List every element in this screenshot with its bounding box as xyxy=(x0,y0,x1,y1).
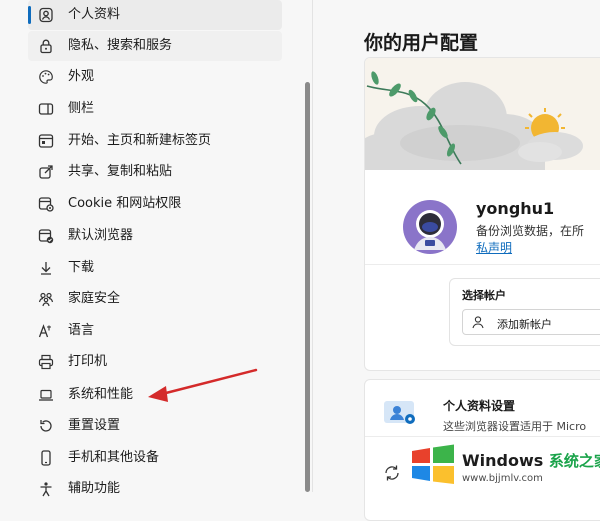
sync-icon xyxy=(385,465,399,481)
accessibility-icon xyxy=(40,482,52,497)
sidebar-item-profiles[interactable]: 个人资料 xyxy=(28,0,282,30)
site-permissions-icon xyxy=(38,197,54,212)
sidebar-item-label: 默认浏览器 xyxy=(68,228,134,243)
cloud-sun-illustration xyxy=(365,58,600,170)
sidebar-item-label: 系统和性能 xyxy=(68,387,134,402)
profile-settings-icon xyxy=(384,401,415,424)
share-icon xyxy=(39,165,53,179)
add-new-account-button[interactable]: 添加新帐户 xyxy=(462,309,600,335)
family-icon xyxy=(38,292,54,307)
sidebar-item-label: 共享、复制和粘贴 xyxy=(68,164,173,179)
sidebar-item-label: 个人资料 xyxy=(68,7,121,22)
profile-card: yonghu1 备份浏览数据，在所 私声明 选择帐户 添加新帐户 xyxy=(364,57,600,371)
sidebar-item-downloads[interactable]: 下载 xyxy=(28,253,282,283)
add-person-icon xyxy=(472,316,484,329)
default-browser-icon xyxy=(38,229,54,244)
privacy-statement-link[interactable]: 私声明 xyxy=(476,239,512,256)
sidebar-item-label: 外观 xyxy=(68,69,95,84)
card-divider xyxy=(365,436,600,437)
download-icon xyxy=(41,262,51,275)
sidebar-item-appearance[interactable]: 外观 xyxy=(28,62,282,92)
site-watermark: Windows 系统之家 www.bjjmlv.com xyxy=(410,440,600,492)
sidebar-item-label: 语言 xyxy=(68,323,95,338)
sidebar-item-start-home-newtab[interactable]: 开始、主页和新建标签页 xyxy=(28,126,282,156)
sidebar-item-label: 开始、主页和新建标签页 xyxy=(68,133,212,148)
sidebar-item-label: 家庭安全 xyxy=(68,291,121,306)
sidebar-item-share-copy-paste[interactable]: 共享、复制和粘贴 xyxy=(28,157,282,187)
sidebar-item-label: 手机和其他设备 xyxy=(68,450,160,465)
choose-account-label: 选择帐户 xyxy=(462,289,506,302)
sidebar-scrollbar[interactable] xyxy=(305,82,310,492)
sidebar-item-label: 下载 xyxy=(68,260,95,275)
watermark-brand: Windows 系统之家 xyxy=(462,450,600,471)
sync-description: 备份浏览数据，在所 xyxy=(476,224,585,238)
sidebar-item-label: 重置设置 xyxy=(68,418,121,433)
selection-indicator xyxy=(28,6,31,24)
sidebar-item-label: Cookie 和网站权限 xyxy=(68,196,182,211)
main-content: 你的用户配置 yonghu1 备份浏览数据，在所 私声明 选择帐户 添加新帐户 … xyxy=(313,0,600,521)
sidebar-item-default-browser[interactable]: 默认浏览器 xyxy=(28,221,282,251)
profile-username: yonghu1 xyxy=(476,199,555,218)
sidebar-item-system-performance[interactable]: 系统和性能 xyxy=(28,380,282,410)
watermark-brand-en: Windows xyxy=(462,451,544,470)
add-account-label: 添加新帐户 xyxy=(497,318,552,331)
language-icon xyxy=(38,324,51,338)
sidebar-item-phone-devices[interactable]: 手机和其他设备 xyxy=(28,443,282,473)
watermark-brand-cn: 系统之家 xyxy=(548,452,600,470)
sidebar-item-printers[interactable]: 打印机 xyxy=(28,347,282,377)
windows-logo-icon xyxy=(412,444,454,484)
sidebar-item-sidebar[interactable]: 侧栏 xyxy=(28,94,282,124)
profile-settings-title: 个人资料设置 xyxy=(443,399,516,413)
sidebar-icon xyxy=(38,103,54,115)
card-divider xyxy=(365,264,600,265)
sidebar-item-family-safety[interactable]: 家庭安全 xyxy=(28,284,282,314)
page-title: 你的用户配置 xyxy=(364,32,479,54)
reset-icon xyxy=(40,420,52,432)
settings-sidebar: 个人资料 隐私、搜索和服务 外观 侧栏 开始、主页和新建标签页 共享、复制和粘贴… xyxy=(0,0,312,497)
laptop-icon xyxy=(39,389,53,401)
sidebar-item-accessibility[interactable]: 辅助功能 xyxy=(28,474,282,504)
sidebar-item-label: 隐私、搜索和服务 xyxy=(68,38,173,53)
account-chooser: 选择帐户 添加新帐户 xyxy=(449,278,600,346)
palette-icon xyxy=(39,70,53,84)
sidebar-item-languages[interactable]: 语言 xyxy=(28,316,282,346)
profile-settings-description: 这些浏览器设置适用于 Micro xyxy=(443,420,587,433)
profile-icon xyxy=(39,7,53,23)
sidebar-item-label: 辅助功能 xyxy=(68,481,121,496)
sidebar-item-privacy[interactable]: 隐私、搜索和服务 xyxy=(28,31,282,61)
avatar[interactable] xyxy=(403,200,457,254)
printer-icon xyxy=(38,354,54,370)
profile-banner-illustration xyxy=(365,58,600,170)
home-tabs-icon xyxy=(38,134,54,148)
lock-icon xyxy=(40,39,52,54)
sidebar-item-reset-settings[interactable]: 重置设置 xyxy=(28,411,282,441)
sidebar-item-cookies-site-permissions[interactable]: Cookie 和网站权限 xyxy=(28,189,282,219)
phone-icon xyxy=(41,450,51,466)
sidebar-item-label: 侧栏 xyxy=(68,101,95,116)
watermark-url: www.bjjmlv.com xyxy=(462,473,543,484)
sidebar-item-label: 打印机 xyxy=(68,354,108,369)
